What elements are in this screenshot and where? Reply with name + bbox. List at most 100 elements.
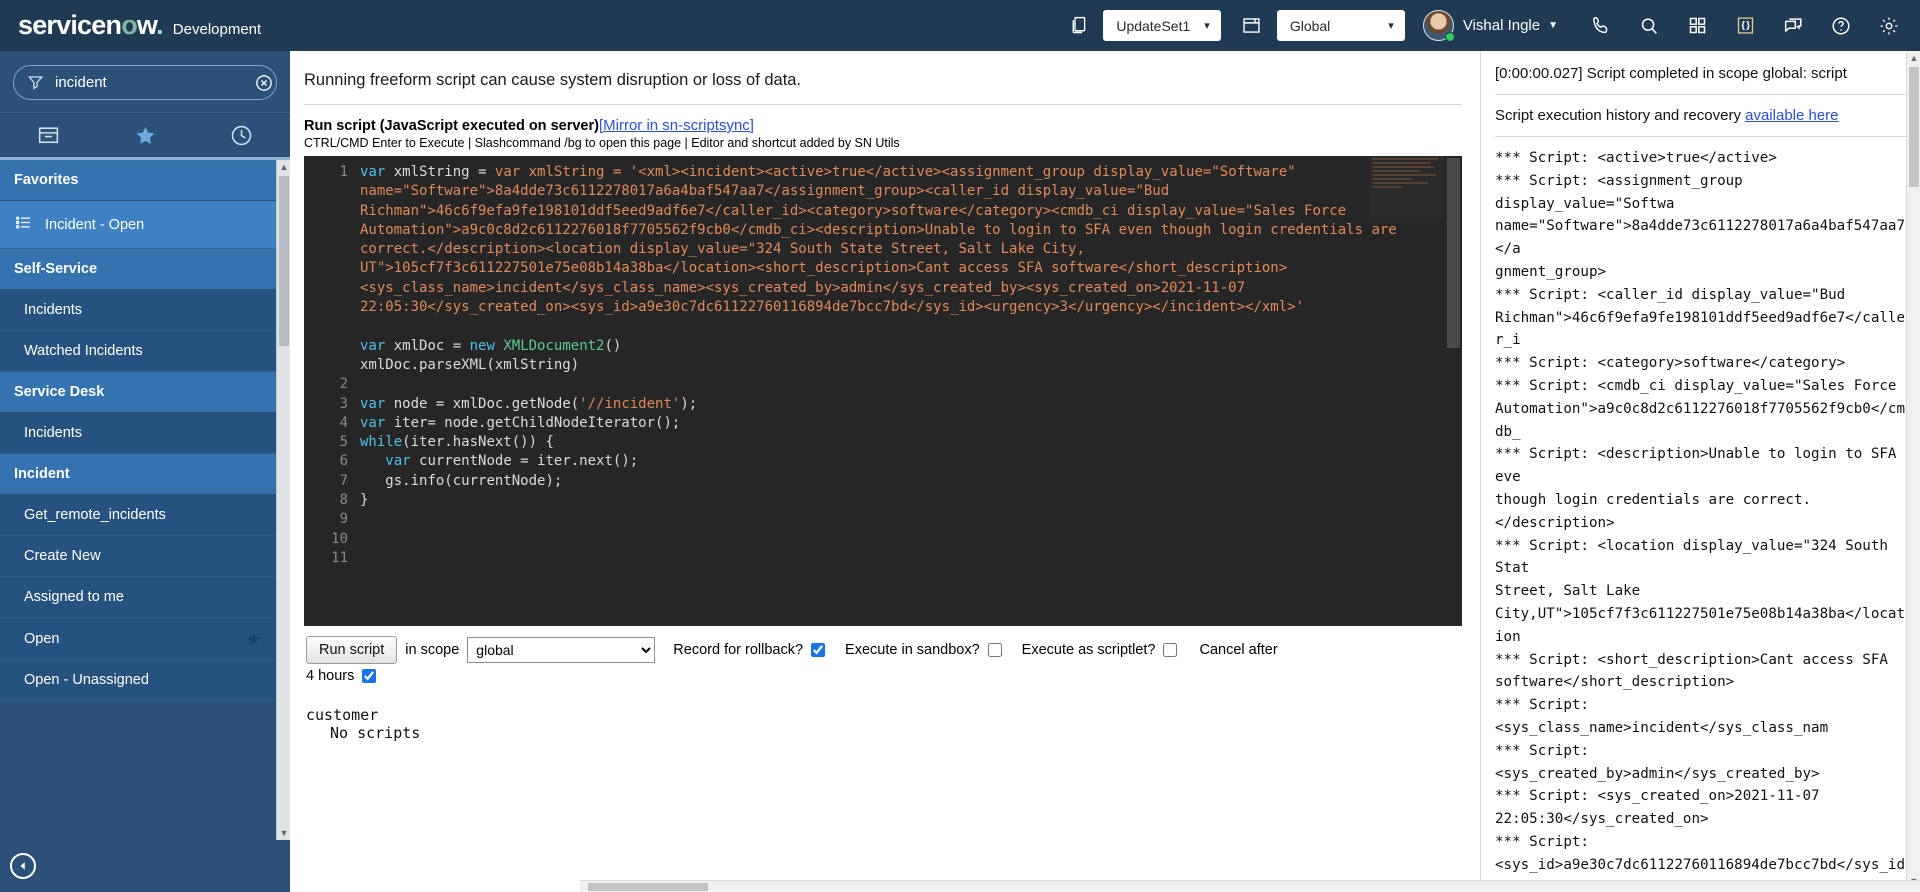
sidebar-tab-all[interactable]	[0, 113, 97, 157]
window-icon[interactable]	[1235, 9, 1269, 43]
clear-circle-icon[interactable]	[254, 73, 274, 93]
gear-icon[interactable]	[1872, 9, 1906, 43]
nav-item-create-new[interactable]: Create New	[0, 536, 290, 577]
star-icon[interactable]	[245, 630, 262, 647]
run-script-button[interactable]: Run script	[306, 636, 398, 664]
filter-icon	[26, 73, 45, 92]
script-output-panel: [0:00:00.027] Script completed in scope …	[1480, 51, 1920, 892]
horizontal-scroll-thumb[interactable]	[588, 883, 708, 891]
nav-item-label: Open - Unassigned	[24, 672, 149, 688]
nav-section-incident[interactable]: Incident	[0, 454, 290, 495]
navigation-sidebar: Favorites Incident - Open Self-Service I…	[0, 51, 290, 892]
presence-online-indicator	[1444, 32, 1455, 42]
page-scrollbar[interactable]: ▲ ▼	[1906, 51, 1920, 892]
nav-item-label-wrap: Incident - Open	[14, 213, 144, 236]
execution-history-text: Script execution history and recovery	[1495, 107, 1746, 124]
nav-item-label: Open	[24, 630, 60, 647]
nav-item-incident-open-favorite[interactable]: Incident - Open	[0, 201, 290, 249]
nav-item-open[interactable]: Open	[0, 618, 290, 660]
editor-gutter: 1 2 3 4 5 6 7 8 9 10 11	[304, 156, 360, 626]
nav-item-label: Incident - Open	[45, 216, 145, 233]
line-number: 3	[339, 395, 348, 412]
code-editor[interactable]: 1 2 3 4 5 6 7 8 9 10 11 var xmlString = …	[304, 156, 1462, 626]
editor-scroll-thumb[interactable]	[1447, 158, 1460, 348]
horizontal-scrollbar[interactable]	[580, 880, 1920, 892]
search-icon[interactable]	[1632, 9, 1666, 43]
scope-select[interactable]: global	[467, 637, 656, 663]
in-scope-label: in scope	[405, 642, 460, 658]
line-number: 11	[331, 549, 348, 566]
nav-item-watched-incidents[interactable]: Watched Incidents	[0, 331, 290, 372]
main-content-area: Running freeform script can cause system…	[290, 51, 1920, 892]
warning-message: Running freeform script can cause system…	[304, 71, 802, 89]
customer-section-title: customer	[306, 706, 379, 724]
help-icon[interactable]	[1824, 9, 1858, 43]
sandbox-label: Execute in sandbox?	[845, 642, 980, 658]
line-number: 7	[339, 472, 348, 489]
sidebar-tab-favorites[interactable]	[97, 113, 194, 157]
sandbox-checkbox[interactable]	[987, 643, 1002, 657]
record-rollback-checkbox[interactable]	[811, 643, 826, 657]
collapse-nav-button[interactable]	[10, 853, 36, 879]
nav-list: Favorites Incident - Open Self-Service I…	[0, 160, 290, 701]
nav-item-get-remote-incidents[interactable]: Get_remote_incidents	[0, 495, 290, 536]
scroll-down-arrow-icon[interactable]: ▼	[278, 826, 290, 840]
code-line-1: var xmlString = '<xml><incident><active>…	[360, 164, 1406, 316]
update-set-selector[interactable]: UpdateSet1 ▾	[1103, 10, 1221, 41]
nav-item-open-unassigned[interactable]: Open - Unassigned	[0, 660, 290, 701]
nav-search-input[interactable]	[55, 74, 254, 91]
nav-scroll-area: Favorites Incident - Open Self-Service I…	[0, 160, 290, 840]
servicenow-app: servicenow. Development UpdateSet1 ▾ Glo…	[0, 0, 1920, 892]
sidebar-scrollbar[interactable]: ▲ ▼	[276, 160, 290, 840]
nav-search-row	[0, 51, 290, 112]
sidebar-scroll-thumb[interactable]	[279, 176, 289, 346]
top-header: servicenow. Development UpdateSet1 ▾ Glo…	[0, 0, 1920, 51]
editor-code[interactable]: var xmlString = var xmlString = '<xml><i…	[360, 156, 1462, 626]
user-name[interactable]: Vishal Ingle	[1463, 17, 1540, 34]
nav-item-assigned-to-me[interactable]: Assigned to me	[0, 577, 290, 618]
script-editor-inner: Running freeform script can cause system…	[290, 51, 1480, 742]
scriptlet-checkbox[interactable]	[1163, 643, 1178, 657]
execution-history-row: Script execution history and recovery av…	[1495, 95, 1908, 136]
chevron-down-icon[interactable]: ▼	[1548, 20, 1558, 31]
collapse-row	[0, 840, 290, 892]
copy-icon[interactable]	[1061, 9, 1095, 43]
editor-scrollbar[interactable]	[1445, 156, 1462, 626]
nav-item-incidents-service-desk[interactable]: Incidents	[0, 413, 290, 454]
available-here-link[interactable]: available here	[1745, 107, 1838, 124]
code-braces-icon[interactable]	[1728, 9, 1762, 43]
nav-item-label: Incidents	[24, 425, 83, 441]
chat-icon[interactable]	[1776, 9, 1810, 43]
nav-item-incidents-self-service[interactable]: Incidents	[0, 290, 290, 331]
servicenow-logo: servicenow.	[18, 10, 164, 40]
header-icon-group	[1584, 9, 1906, 43]
line-number: 4	[339, 414, 348, 431]
line-number: 1	[339, 164, 348, 180]
cancel-after-checkbox[interactable]	[362, 669, 377, 683]
record-rollback-label: Record for rollback?	[673, 642, 804, 658]
scroll-up-arrow-icon[interactable]: ▲	[1909, 53, 1919, 67]
brand[interactable]: servicenow. Development	[0, 10, 261, 41]
page-scroll-thumb[interactable]	[1909, 67, 1919, 187]
editor-minimap[interactable]	[1369, 156, 1445, 218]
script-editor-column: Running freeform script can cause system…	[290, 51, 1480, 892]
scriptlet-label: Execute as scriptlet?	[1021, 642, 1156, 658]
avatar[interactable]	[1422, 10, 1455, 42]
nav-item-label: Incidents	[24, 302, 83, 318]
nav-section-self-service[interactable]: Self-Service	[0, 249, 290, 290]
line-number: 2	[339, 376, 348, 393]
nav-section-favorites[interactable]: Favorites	[0, 160, 290, 201]
update-set-label: UpdateSet1	[1116, 17, 1191, 34]
cancel-after-value: 4 hours	[306, 668, 355, 684]
application-scope-selector[interactable]: Global ▾	[1276, 10, 1405, 41]
editor-hint: CTRL/CMD Enter to Execute | Slashcommand…	[304, 136, 900, 150]
phone-icon[interactable]	[1584, 9, 1618, 43]
mirror-scriptsync-link[interactable]: [Mirror in sn-scriptsync]	[599, 117, 754, 134]
cancel-after-label: Cancel after	[1199, 642, 1278, 658]
nav-section-service-desk[interactable]: Service Desk	[0, 372, 290, 413]
apps-grid-icon[interactable]	[1680, 9, 1714, 43]
sidebar-tab-history[interactable]	[193, 113, 290, 157]
nav-item-label: Watched Incidents	[24, 343, 143, 359]
scroll-up-arrow-icon[interactable]: ▲	[278, 160, 290, 174]
nav-search-box[interactable]	[13, 65, 277, 100]
